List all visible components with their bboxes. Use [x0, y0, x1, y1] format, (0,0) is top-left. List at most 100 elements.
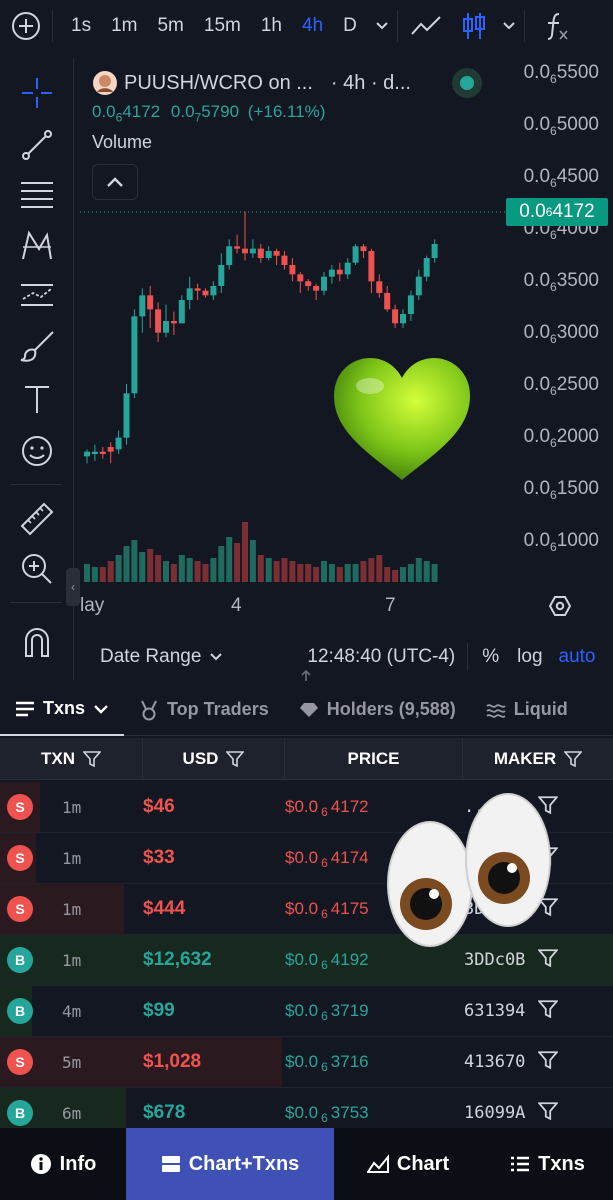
- diamond-icon: [299, 702, 318, 717]
- add-symbol-button[interactable]: [0, 0, 52, 52]
- prediction-tool[interactable]: [14, 272, 60, 318]
- chevron-down-icon: [94, 704, 108, 714]
- tab-txns[interactable]: Txns: [0, 684, 125, 736]
- price-axis-label: 0.062500: [523, 374, 599, 398]
- txn-usd: $33: [143, 847, 175, 868]
- tab-top-traders[interactable]: Top Traders: [124, 684, 284, 736]
- price-sub: 6: [321, 805, 328, 819]
- candle-body: [328, 269, 335, 277]
- filter-icon: [226, 751, 245, 768]
- candle-chart-button[interactable]: [454, 0, 494, 52]
- magnet-tool[interactable]: [14, 618, 60, 664]
- timeframe-1m[interactable]: 1m: [101, 15, 147, 37]
- text-tool[interactable]: [14, 376, 60, 422]
- green-heart-sticker: [334, 358, 470, 480]
- table-row[interactable]: B 4m $99 $0.0 6 3719 631394: [0, 986, 613, 1037]
- zoom-tool[interactable]: [14, 546, 60, 592]
- volume-bar: [344, 564, 351, 582]
- header-usd[interactable]: USD: [143, 738, 285, 780]
- indicators-button[interactable]: [525, 0, 589, 52]
- maker-filter-button[interactable]: [537, 1050, 559, 1075]
- header-txn[interactable]: TXN: [0, 738, 143, 780]
- table-row[interactable]: B 6m $678 $0.0 6 3753 16099A: [0, 1088, 613, 1128]
- line-chart-button[interactable]: [398, 0, 454, 52]
- chart-type-dropdown[interactable]: [494, 0, 524, 52]
- symbol-name[interactable]: PUUSH/WCRO on ...: [124, 72, 313, 95]
- current-price-prefix: 0.0: [519, 201, 546, 222]
- header-usd-label: USD: [182, 749, 219, 768]
- table-row[interactable]: S 5m $1,028 $0.0 6 3716 413670: [0, 1037, 613, 1088]
- x-axis-label-mid: 4: [231, 595, 242, 616]
- price-axis-label: 0.061000: [523, 530, 599, 554]
- txn-maker[interactable]: 631394: [464, 1001, 525, 1021]
- trend-line-tool[interactable]: [14, 122, 60, 168]
- candle-body: [289, 265, 296, 275]
- log-toggle[interactable]: log: [517, 646, 542, 668]
- waves-icon: [486, 703, 506, 718]
- collapse-legend-button[interactable]: [92, 164, 138, 200]
- volume-bar: [313, 567, 320, 582]
- nav-chart-txns[interactable]: Chart+Txns: [126, 1128, 334, 1200]
- percent-toggle[interactable]: %: [482, 646, 499, 668]
- price-axis-label: 0.062000: [523, 426, 599, 450]
- price-sub: 6: [321, 1060, 328, 1074]
- candle-body: [249, 248, 256, 254]
- txn-price: $0.0 6 3716: [285, 1052, 369, 1074]
- nav-info[interactable]: Info: [0, 1128, 126, 1200]
- timeframe-1s[interactable]: 1s: [61, 15, 101, 37]
- volume-bar: [163, 561, 169, 582]
- live-dot-icon: [460, 76, 474, 90]
- price-prefix: $0.0: [285, 950, 319, 969]
- fib-tool[interactable]: [14, 172, 60, 218]
- timeframe-4h[interactable]: 4h: [292, 15, 333, 37]
- candle-body: [368, 251, 375, 282]
- brush-tool[interactable]: [14, 324, 60, 370]
- collapse-toolbar-button[interactable]: ‹: [66, 568, 80, 606]
- volume-bar: [202, 564, 209, 582]
- maker-filter-button[interactable]: [537, 999, 559, 1024]
- auto-toggle[interactable]: auto: [559, 646, 596, 668]
- tab-liquidity[interactable]: Liquid: [471, 684, 583, 736]
- nav-chart[interactable]: Chart: [334, 1128, 482, 1200]
- volume-bar: [226, 537, 233, 582]
- volume-bar: [431, 564, 438, 582]
- emoji-tool[interactable]: [14, 428, 60, 474]
- symbol-interval: · 4h · d...: [330, 71, 411, 94]
- txn-maker[interactable]: 16099A: [464, 1103, 525, 1123]
- timeframe-5m[interactable]: 5m: [147, 15, 193, 37]
- maker-filter-button[interactable]: [537, 1101, 559, 1126]
- pattern-tool[interactable]: [14, 222, 60, 268]
- drawing-toolbar: [0, 58, 74, 680]
- candle-body: [155, 309, 162, 333]
- price-axis-label: 0.061500: [523, 478, 599, 502]
- clock-time[interactable]: 12:48:40 (UTC-4): [307, 646, 455, 668]
- forecast-icon: [21, 284, 53, 306]
- row-volume-bar: [0, 1037, 282, 1087]
- timeframe-15m[interactable]: 15m: [194, 15, 251, 37]
- candle-body: [297, 274, 304, 282]
- filter-icon: [564, 751, 583, 768]
- zoom-in-icon: [22, 554, 52, 584]
- price-rest: 3719: [330, 1001, 369, 1020]
- volume-bar: [376, 555, 383, 582]
- timeframe-d[interactable]: D: [333, 15, 367, 37]
- candle-body: [313, 286, 320, 291]
- measure-tool[interactable]: [14, 496, 60, 542]
- chart-settings-button[interactable]: [548, 594, 572, 623]
- candle-body: [415, 276, 422, 296]
- current-price-tag: 0.0 6 4172: [506, 198, 608, 226]
- volume-bar: [170, 564, 177, 582]
- price-rest: 4172: [330, 797, 369, 816]
- price-axis-label: 0.063500: [523, 270, 599, 294]
- timeframe-dropdown[interactable]: [367, 0, 397, 52]
- nav-txns[interactable]: Txns: [482, 1128, 613, 1200]
- timeframe-1h[interactable]: 1h: [251, 15, 292, 37]
- tab-holders[interactable]: Holders (9,588): [284, 684, 471, 736]
- candle-body: [115, 437, 122, 450]
- volume-bar: [186, 558, 193, 582]
- date-range-button[interactable]: Date Range: [100, 646, 201, 668]
- candle-body: [123, 393, 130, 438]
- crosshair-tool[interactable]: [14, 70, 60, 116]
- txn-maker[interactable]: 413670: [464, 1052, 525, 1072]
- volume-bar: [321, 561, 327, 582]
